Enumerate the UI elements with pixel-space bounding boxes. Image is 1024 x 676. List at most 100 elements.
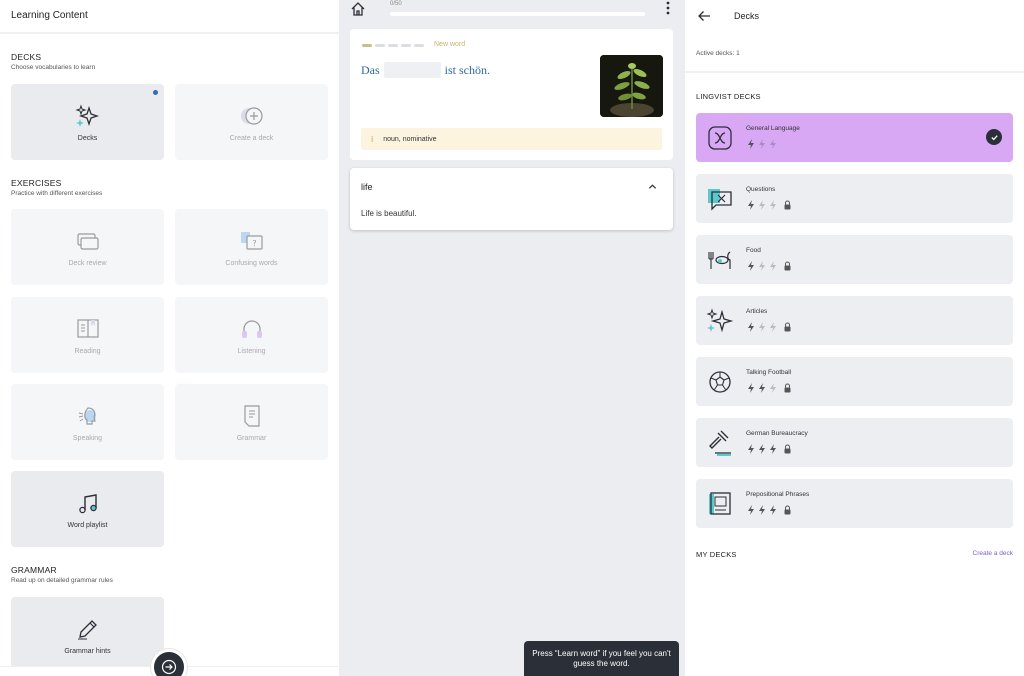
progress-label: 0/50 [390, 1, 402, 7]
bolt-icon [748, 505, 754, 515]
reading-tile[interactable]: Reading [11, 297, 164, 373]
example-sentence: Das ist schön. [361, 62, 490, 78]
grammar-section-header: GRAMMAR Read up on detailed grammar rule… [11, 565, 113, 584]
pencil-icon [77, 619, 97, 639]
bolt-icon [759, 200, 765, 210]
decks-tile[interactable]: Decks [11, 84, 164, 160]
header: Decks [685, 0, 1024, 34]
word-card: New word Das ist schön. ⅰ noun, nominati [350, 29, 673, 160]
confusing-words-icon: ? [240, 231, 263, 250]
bolt-icon [748, 444, 754, 454]
create-deck-tile[interactable]: Create a deck [175, 84, 328, 160]
section-title: DECKS [11, 52, 42, 62]
selected-check-icon [986, 129, 1002, 145]
screen-title: Learning Content [0, 0, 339, 34]
answer-input[interactable] [383, 62, 441, 78]
tile-label: Deck review [68, 259, 107, 267]
bolt-icon [759, 444, 765, 454]
deck-item-food[interactable]: Food [696, 235, 1013, 284]
section-subtitle: Read up on detailed grammar rules [11, 577, 113, 584]
learn-button[interactable] [151, 649, 187, 676]
home-icon[interactable] [350, 1, 366, 17]
create-deck-link[interactable]: Create a deck [973, 550, 1013, 557]
learning-card-screen: 0/50 New word Das ist schön. ⅰ noun, nom… [339, 0, 685, 676]
bolt-icon [748, 139, 754, 149]
bolt-icon [770, 200, 776, 210]
bolt-icon [748, 383, 754, 393]
word-status: New word [434, 41, 466, 48]
chevron-up-icon[interactable] [648, 182, 657, 191]
difficulty-rating [746, 139, 778, 149]
section-title: EXERCISES [11, 178, 62, 188]
bolt-icon [748, 200, 754, 210]
lock-icon [784, 200, 791, 210]
decks-screen: Decks Active decks: 1 LINGVIST DECKS Gen… [685, 0, 1024, 676]
back-arrow-icon[interactable] [697, 9, 711, 23]
bolt-icon [759, 261, 765, 271]
deck-item-articles[interactable]: Articles [696, 296, 1013, 345]
cards-icon [76, 232, 99, 250]
deck-name: Articles [746, 308, 768, 315]
svg-text:?: ? [252, 239, 256, 248]
bolt-icon [759, 383, 765, 393]
translation-card[interactable]: life Life is beautiful. [350, 168, 673, 230]
deck-item-prepositional-phrases[interactable]: Prepositional Phrases [696, 479, 1013, 528]
speaking-head-icon [78, 406, 96, 425]
tile-label: Listening [237, 347, 266, 355]
sentence-after: ist schön. [444, 62, 491, 77]
deck-name: Talking Football [746, 369, 792, 376]
deck-name: Food [746, 247, 761, 254]
section-subtitle: Practice with different exercises [11, 190, 103, 197]
add-deck-icon [240, 106, 263, 125]
decks-section-header: DECKS Choose vocabularies to learn [11, 52, 95, 71]
translation-word: life [361, 182, 373, 192]
deck-item-german-bureaucracy[interactable]: German Bureaucracy [696, 418, 1013, 467]
exercises-section-header: EXERCISES Practice with different exerci… [11, 178, 102, 197]
sparkles-icon [74, 103, 99, 127]
bolt-icon [748, 322, 754, 332]
deck-item-general-language[interactable]: General Language [696, 113, 1013, 162]
deck-review-tile[interactable]: Deck review [11, 209, 164, 285]
bolt-icon [759, 139, 765, 149]
bolt-icon [759, 505, 765, 515]
difficulty-rating [746, 444, 792, 454]
bolt-icon [770, 139, 776, 149]
difficulty-rating [746, 383, 792, 393]
difficulty-rating [746, 261, 792, 271]
speaking-tile[interactable]: Speaking [11, 384, 164, 460]
deck-name: Prepositional Phrases [746, 491, 810, 498]
grammar-tile[interactable]: Grammar [175, 384, 328, 460]
grammar-hints-tile[interactable]: Grammar hints [11, 597, 164, 673]
top-bar: 0/50 [339, 0, 685, 24]
headphones-icon [241, 319, 262, 338]
lock-icon [784, 383, 791, 393]
deck-item-questions[interactable]: Questions [696, 174, 1013, 223]
word-progress-dashes [362, 44, 424, 47]
book-icon [76, 318, 99, 338]
deck-item-talking-football[interactable]: Talking Football [696, 357, 1013, 406]
bolt-icon [770, 322, 776, 332]
more-options-icon[interactable] [666, 1, 670, 15]
confusing-words-tile[interactable]: ? Confusing words [175, 209, 328, 285]
section-title: GRAMMAR [11, 565, 57, 575]
bolt-icon [770, 505, 776, 515]
tile-label: Create a deck [229, 134, 274, 142]
enter-arrow-icon [161, 659, 177, 675]
divider [685, 71, 1024, 73]
questions-icon [708, 189, 732, 211]
grammar-hint-bar[interactable]: ⅰ noun, nominative [361, 128, 662, 150]
gavel-icon [709, 430, 731, 456]
word-playlist-tile[interactable]: Word playlist [11, 471, 164, 547]
page-title: Decks [734, 11, 760, 21]
deck-name: General Language [746, 125, 800, 132]
learning-content-screen: Learning Content DECKS Choose vocabulari… [0, 0, 339, 676]
sentence-before: Das [361, 62, 380, 77]
my-decks-title: MY DECKS [696, 550, 737, 559]
listening-tile[interactable]: Listening [175, 297, 328, 373]
tile-label: Word playlist [67, 521, 108, 529]
progress-bar [390, 12, 645, 16]
general-language-icon [708, 126, 732, 150]
bolt-icon [748, 261, 754, 271]
bolt-icon [759, 322, 765, 332]
difficulty-rating [746, 505, 792, 515]
